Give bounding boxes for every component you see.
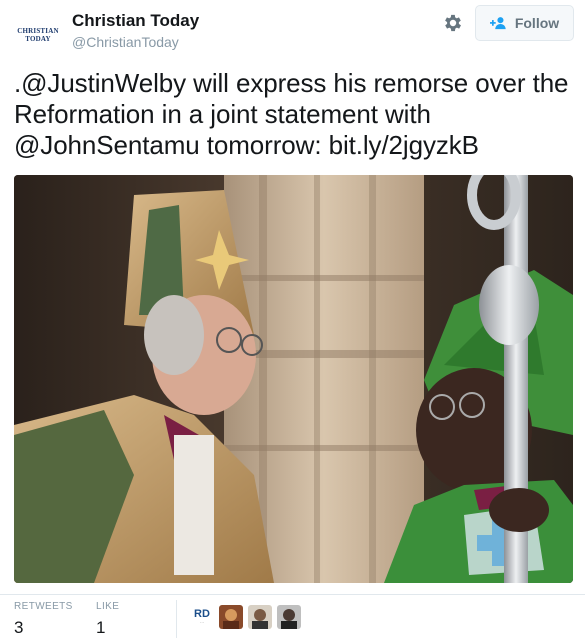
follow-button-label: Follow: [514, 15, 560, 31]
follow-button[interactable]: Follow: [475, 5, 574, 41]
account-display-name[interactable]: Christian Today: [72, 11, 199, 31]
retweets-stat[interactable]: RETWEETS 3: [14, 601, 73, 638]
liker-avatars: RD ···: [190, 605, 301, 629]
account-screen-name[interactable]: @ChristianToday: [72, 34, 179, 50]
liker-avatar-image: [277, 605, 301, 629]
tweet-photo[interactable]: [14, 175, 573, 583]
stats-separator: [176, 600, 177, 638]
likes-count: 1: [96, 618, 106, 637]
tweet-text-part2: tomorrow:: [199, 130, 329, 160]
liker-avatar-rd[interactable]: RD ···: [190, 605, 214, 629]
photo-illustration: [14, 175, 573, 583]
tweet-text: .@JustinWelby will express his remorse o…: [14, 68, 574, 161]
liker-avatar-image: [219, 605, 243, 629]
mention-link-johnsentamu[interactable]: @JohnSentamu: [14, 130, 200, 160]
mention-link-justinwelby[interactable]: @JustinWelby: [21, 68, 186, 98]
retweets-count: 3: [14, 618, 24, 637]
likes-stat[interactable]: LIKE 1: [96, 601, 119, 638]
liker-avatar-image: [248, 605, 272, 629]
retweets-label: RETWEETS: [14, 601, 73, 612]
liker-avatar[interactable]: [219, 605, 243, 629]
add-user-icon: [489, 17, 506, 30]
liker-avatar[interactable]: [248, 605, 272, 629]
liker-avatar[interactable]: [277, 605, 301, 629]
liker-avatar-rd-subtext: ···: [200, 620, 204, 625]
tweet-header: CHRISTIAN TODAY Christian Today @Christi…: [0, 0, 585, 60]
stats-divider: [0, 594, 585, 595]
account-avatar[interactable]: CHRISTIAN TODAY: [14, 20, 62, 50]
avatar-text-line2: TODAY: [25, 35, 51, 43]
gear-icon[interactable]: [442, 12, 464, 34]
avatar-text-line1: CHRISTIAN: [17, 27, 59, 35]
likes-label: LIKE: [96, 601, 120, 612]
tweet-url-link[interactable]: bit.ly/2jgyzkB: [329, 130, 479, 160]
liker-avatar-rd-text: RD: [194, 608, 210, 620]
